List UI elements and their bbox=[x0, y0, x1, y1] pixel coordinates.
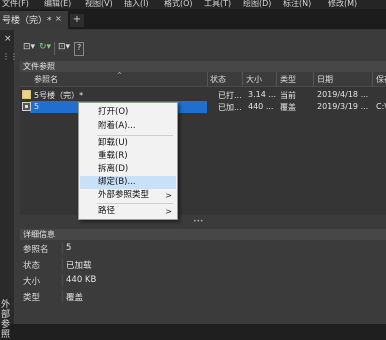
property-key: 状态 bbox=[23, 261, 41, 271]
menu-draw[interactable]: 绘图(D) bbox=[243, 0, 271, 9]
property-divider bbox=[62, 258, 63, 271]
column-header-name[interactable]: 参照名 bbox=[34, 74, 58, 85]
menu-item-label: 拆离(D) bbox=[98, 164, 129, 174]
menu-item-label: 卸载(U) bbox=[98, 138, 128, 148]
close-palette-icon[interactable]: × bbox=[4, 34, 12, 44]
menu-item-label: 重载(R) bbox=[98, 151, 128, 161]
menu-dimension[interactable]: 标注(N) bbox=[283, 0, 311, 9]
sort-caret-icon: ^ bbox=[117, 72, 123, 79]
menu-item-unload[interactable]: 卸载(U) bbox=[80, 137, 176, 150]
property-row: 大小 440 KB bbox=[20, 274, 386, 287]
context-menu: 打开(O) 附着(A)... 卸载(U) 重载(R) 拆离(D) 绑定(B)..… bbox=[78, 102, 178, 220]
row-path: C:\ bbox=[376, 102, 386, 111]
palette-toolbar: ⊡▾ ↻▾ ⊡▾ ? bbox=[15, 30, 386, 59]
property-value[interactable]: 覆盖 bbox=[66, 291, 83, 303]
column-divider[interactable] bbox=[313, 72, 314, 87]
menu-item-label: 附着(A)... bbox=[98, 121, 136, 131]
column-divider[interactable] bbox=[372, 72, 373, 87]
property-key: 类型 bbox=[23, 293, 41, 303]
document-tab-label: 号楼（完）* bbox=[2, 16, 52, 26]
table-row[interactable]: 5号楼（完）* 已打... 3.14 ... 当前 2019/4/18 ... bbox=[20, 89, 386, 101]
toolbar-divider bbox=[54, 42, 55, 55]
close-tab-icon[interactable]: × bbox=[55, 14, 62, 23]
menu-item-xref-type[interactable]: 外部参照类型 > bbox=[80, 189, 176, 202]
help-button[interactable]: ? bbox=[74, 42, 85, 56]
menu-item-detach[interactable]: 拆离(D) bbox=[80, 163, 176, 176]
details-panel: 参照名 5 状态 已加载 大小 440 KB 类型 覆盖 bbox=[20, 240, 386, 324]
change-path-button[interactable]: ⊡▾ bbox=[58, 42, 70, 56]
row-status: 已打... bbox=[218, 91, 242, 100]
menu-bar: 文件(F) 编辑(E) 视图(V) 插入(I) 格式(O) 工具(T) 绘图(D… bbox=[0, 0, 386, 9]
palette-title: 外部参照 bbox=[1, 300, 11, 340]
submenu-arrow-icon: > bbox=[165, 191, 172, 200]
menu-item-reload[interactable]: 重载(R) bbox=[80, 150, 176, 163]
file-references-table: ^ 参照名 状态 大小 类型 日期 保存 5号楼（完）* 已打... 3.14 … bbox=[20, 72, 386, 215]
row-status: 已加... bbox=[218, 103, 242, 112]
property-key: 大小 bbox=[23, 277, 41, 287]
menu-item-path[interactable]: 路径 > bbox=[80, 205, 176, 218]
menu-item-label: 绑定(B)... bbox=[98, 177, 136, 187]
column-header-saved-path[interactable]: 保存 bbox=[376, 74, 386, 85]
property-row: 状态 已加载 bbox=[20, 258, 386, 271]
menu-item-bind[interactable]: 绑定(B)... bbox=[80, 176, 176, 189]
row-name: 5 bbox=[34, 102, 40, 111]
row-size: 440 ... bbox=[248, 102, 274, 111]
xref-file-icon bbox=[22, 102, 31, 111]
property-key: 参照名 bbox=[23, 245, 49, 255]
xref-palette: ⊡▾ ↻▾ ⊡▾ ? 文件参照 ^ 参照名 状态 大小 类型 日期 保存 5号楼… bbox=[15, 30, 386, 324]
row-date: 2019/3/19 ... bbox=[317, 102, 369, 111]
column-header-size[interactable]: 大小 bbox=[246, 74, 262, 85]
document-tab[interactable]: 号楼（完）* × bbox=[0, 11, 68, 30]
menu-edit[interactable]: 编辑(E) bbox=[44, 0, 71, 9]
row-date: 2019/4/18 ... bbox=[317, 90, 369, 99]
attach-dwg-button[interactable]: ⊡▾ bbox=[23, 42, 35, 56]
property-divider bbox=[62, 242, 63, 255]
menu-separator bbox=[97, 203, 173, 204]
property-value: 已加载 bbox=[66, 261, 92, 271]
property-value: 440 KB bbox=[66, 275, 97, 285]
column-header-type[interactable]: 类型 bbox=[280, 74, 296, 85]
document-tab-strip: 号楼（完）* × + bbox=[0, 9, 386, 30]
property-row: 参照名 5 bbox=[20, 242, 386, 255]
property-divider bbox=[62, 290, 63, 303]
pane-splitter[interactable]: • • • bbox=[15, 216, 386, 226]
splitter-grip-icon: • • • bbox=[193, 218, 203, 225]
new-tab-button[interactable]: + bbox=[70, 14, 84, 27]
column-divider[interactable] bbox=[207, 72, 208, 87]
row-size: 3.14 ... bbox=[248, 90, 276, 99]
menu-file[interactable]: 文件(F) bbox=[2, 0, 29, 9]
menu-modify[interactable]: 修改(M) bbox=[328, 0, 357, 9]
menu-format[interactable]: 格式(O) bbox=[164, 0, 193, 9]
details-header[interactable]: 详细信息 bbox=[20, 229, 386, 240]
property-divider bbox=[62, 274, 63, 287]
file-references-header[interactable]: 文件参照 bbox=[20, 61, 386, 72]
submenu-arrow-icon: > bbox=[165, 207, 172, 216]
drawing-file-icon bbox=[22, 90, 31, 99]
column-divider[interactable] bbox=[276, 72, 277, 87]
table-header: ^ 参照名 状态 大小 类型 日期 保存 bbox=[20, 72, 386, 87]
column-divider[interactable] bbox=[242, 72, 243, 87]
menu-tools[interactable]: 工具(T) bbox=[204, 0, 231, 9]
property-row: 类型 覆盖 bbox=[20, 290, 386, 303]
menu-separator bbox=[97, 135, 173, 136]
palette-grip-icon[interactable]: ⋮⋮ bbox=[2, 52, 18, 64]
menu-item-open[interactable]: 打开(O) bbox=[80, 106, 176, 119]
menu-insert[interactable]: 插入(I) bbox=[124, 0, 149, 9]
column-header-status[interactable]: 状态 bbox=[210, 74, 226, 85]
menu-item-label: 打开(O) bbox=[98, 107, 129, 117]
menu-item-attach[interactable]: 附着(A)... bbox=[80, 120, 176, 133]
row-name: 5号楼（完）* bbox=[34, 91, 84, 100]
palette-side-strip: × ⋮⋮ 外部参照 bbox=[0, 30, 18, 340]
column-header-date[interactable]: 日期 bbox=[317, 74, 333, 85]
property-value[interactable]: 5 bbox=[66, 243, 71, 253]
menu-item-label: 路径 bbox=[98, 206, 116, 216]
table-row[interactable]: 5 已加... 440 ... 覆盖 2019/3/19 ... C:\ bbox=[20, 101, 386, 113]
refresh-button[interactable]: ↻▾ bbox=[39, 42, 51, 56]
row-type: 覆盖 bbox=[280, 103, 296, 112]
menu-item-label: 外部参照类型 bbox=[98, 190, 150, 200]
menu-view[interactable]: 视图(V) bbox=[85, 0, 113, 9]
row-type: 当前 bbox=[280, 91, 296, 100]
